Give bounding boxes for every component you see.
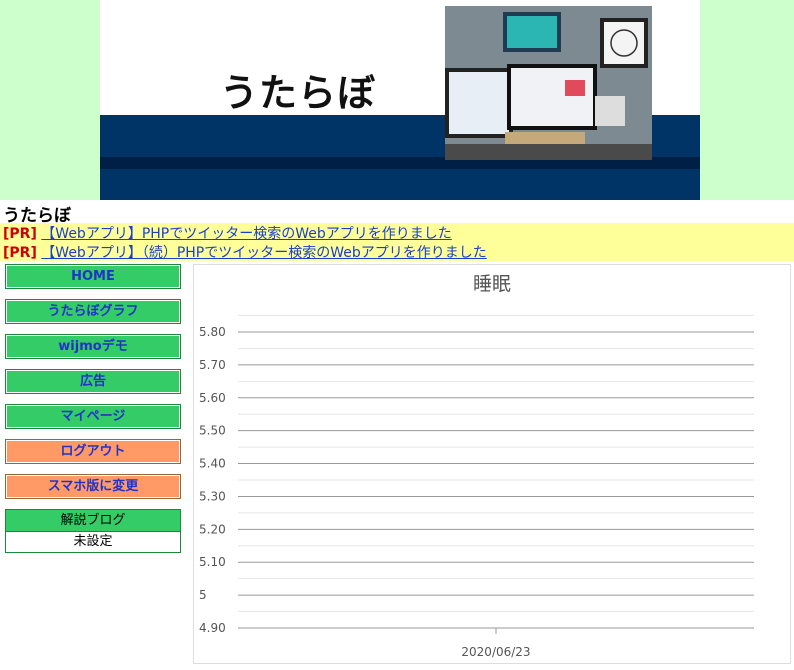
header-banner-area: うたらぼ — [0, 0, 794, 200]
y-tick-label: 5.30 — [199, 489, 226, 503]
y-tick-label: 5.20 — [199, 522, 226, 536]
chart: 4.90 5 5.10 5.20 5.30 5.40 5.50 5.60 5.70 5.80 202… — [193, 264, 791, 664]
y-tick-label: 5 — [199, 588, 207, 602]
y-tick-label: 5.70 — [199, 358, 226, 372]
sidebar-item-wijmo-demo[interactable]: wijmoデモ — [5, 334, 181, 359]
pr-link[interactable]: 【Webアプリ】PHPでツイッター検索のWebアプリを作りました — [41, 226, 451, 242]
y-tick-label: 5.60 — [199, 391, 226, 405]
pr-tag: [PR] — [3, 245, 37, 261]
banner-photo — [445, 6, 652, 160]
sidebar-item-mypage[interactable]: マイページ — [5, 404, 181, 429]
banner-logo-text: うたらぼ — [220, 71, 377, 115]
blog-panel-value: 未設定 — [73, 534, 113, 549]
chart-title: 睡眠 — [472, 273, 511, 295]
y-tick-label: 4.90 — [199, 621, 226, 635]
pr-area: [PR] 【Webアプリ】PHPでツイッター検索のWebアプリを作りました [P… — [0, 223, 794, 261]
sidebar-item-ads[interactable]: 広告 — [5, 369, 181, 394]
sidebar-item-home[interactable]: HOME — [5, 264, 181, 289]
y-tick-label: 5.10 — [199, 555, 226, 569]
sidebar-item-utarabo-graph[interactable]: うたらぼグラフ — [5, 299, 181, 324]
header-banner[interactable]: うたらぼ — [100, 0, 700, 200]
pr-link[interactable]: 【Webアプリ】（続）PHPでツイッター検索のWebアプリを作りました — [41, 245, 486, 261]
y-tick-label: 5.50 — [199, 424, 226, 438]
pr-item: [PR] 【Webアプリ】PHPでツイッター検索のWebアプリを作りました — [3, 223, 452, 242]
switch-mobile-button[interactable]: スマホ版に変更 — [5, 474, 181, 499]
blog-panel: 解説ブログ 未設定 — [5, 509, 181, 553]
y-tick-label: 5.80 — [199, 325, 226, 339]
pr-tag: [PR] — [3, 226, 37, 242]
chart-svg: 4.90 5 5.10 5.20 5.30 5.40 5.50 5.60 5.70 5.80 202… — [199, 315, 754, 659]
pr-item: [PR] 【Webアプリ】（続）PHPでツイッター検索のWebアプリを作りました — [3, 242, 487, 261]
blog-panel-heading: 解説ブログ — [6, 510, 180, 532]
x-tick-label: 2020/06/23 — [461, 645, 530, 659]
y-tick-label: 5.40 — [199, 457, 226, 471]
logout-button[interactable]: ログアウト — [5, 439, 181, 464]
